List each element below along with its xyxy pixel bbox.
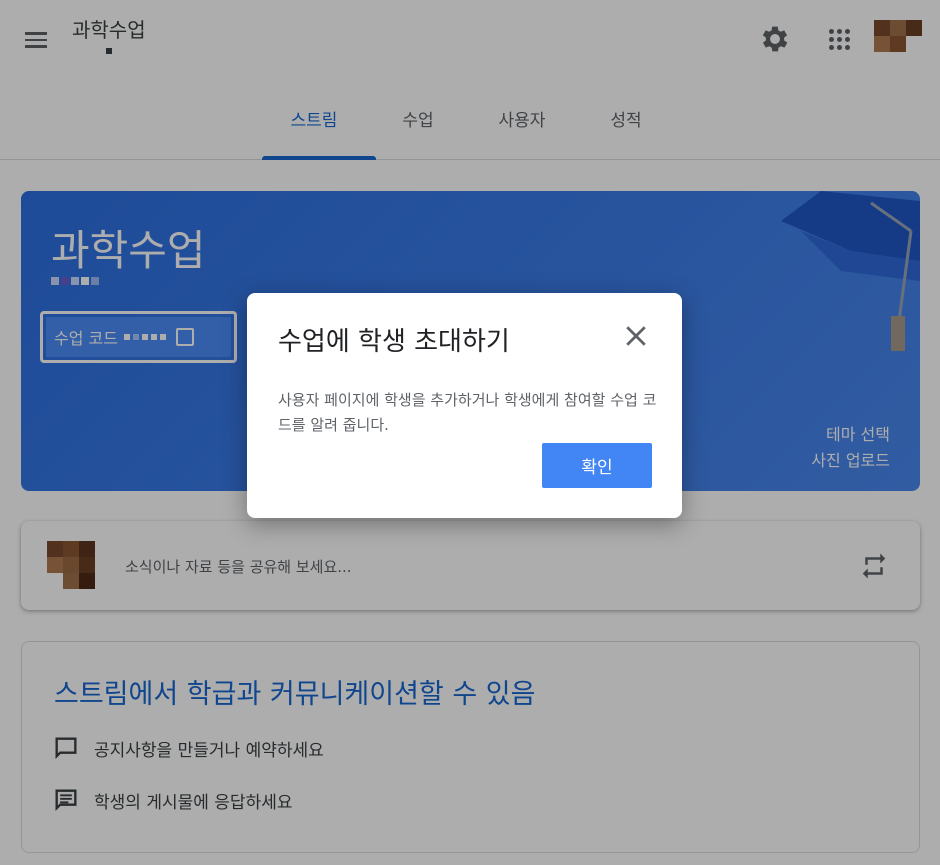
- confirm-button[interactable]: 확인: [542, 443, 652, 488]
- dialog-body: 사용자 페이지에 학생을 추가하거나 학생에게 참여할 수업 코드를 알려 줍니…: [278, 391, 657, 434]
- dialog-title: 수업에 학생 초대하기: [278, 327, 510, 357]
- invite-students-dialog: 수업에 학생 초대하기 사용자 페이지에 학생을 추가하거나 학생에게 참여할 …: [247, 293, 682, 518]
- close-icon[interactable]: [621, 321, 651, 351]
